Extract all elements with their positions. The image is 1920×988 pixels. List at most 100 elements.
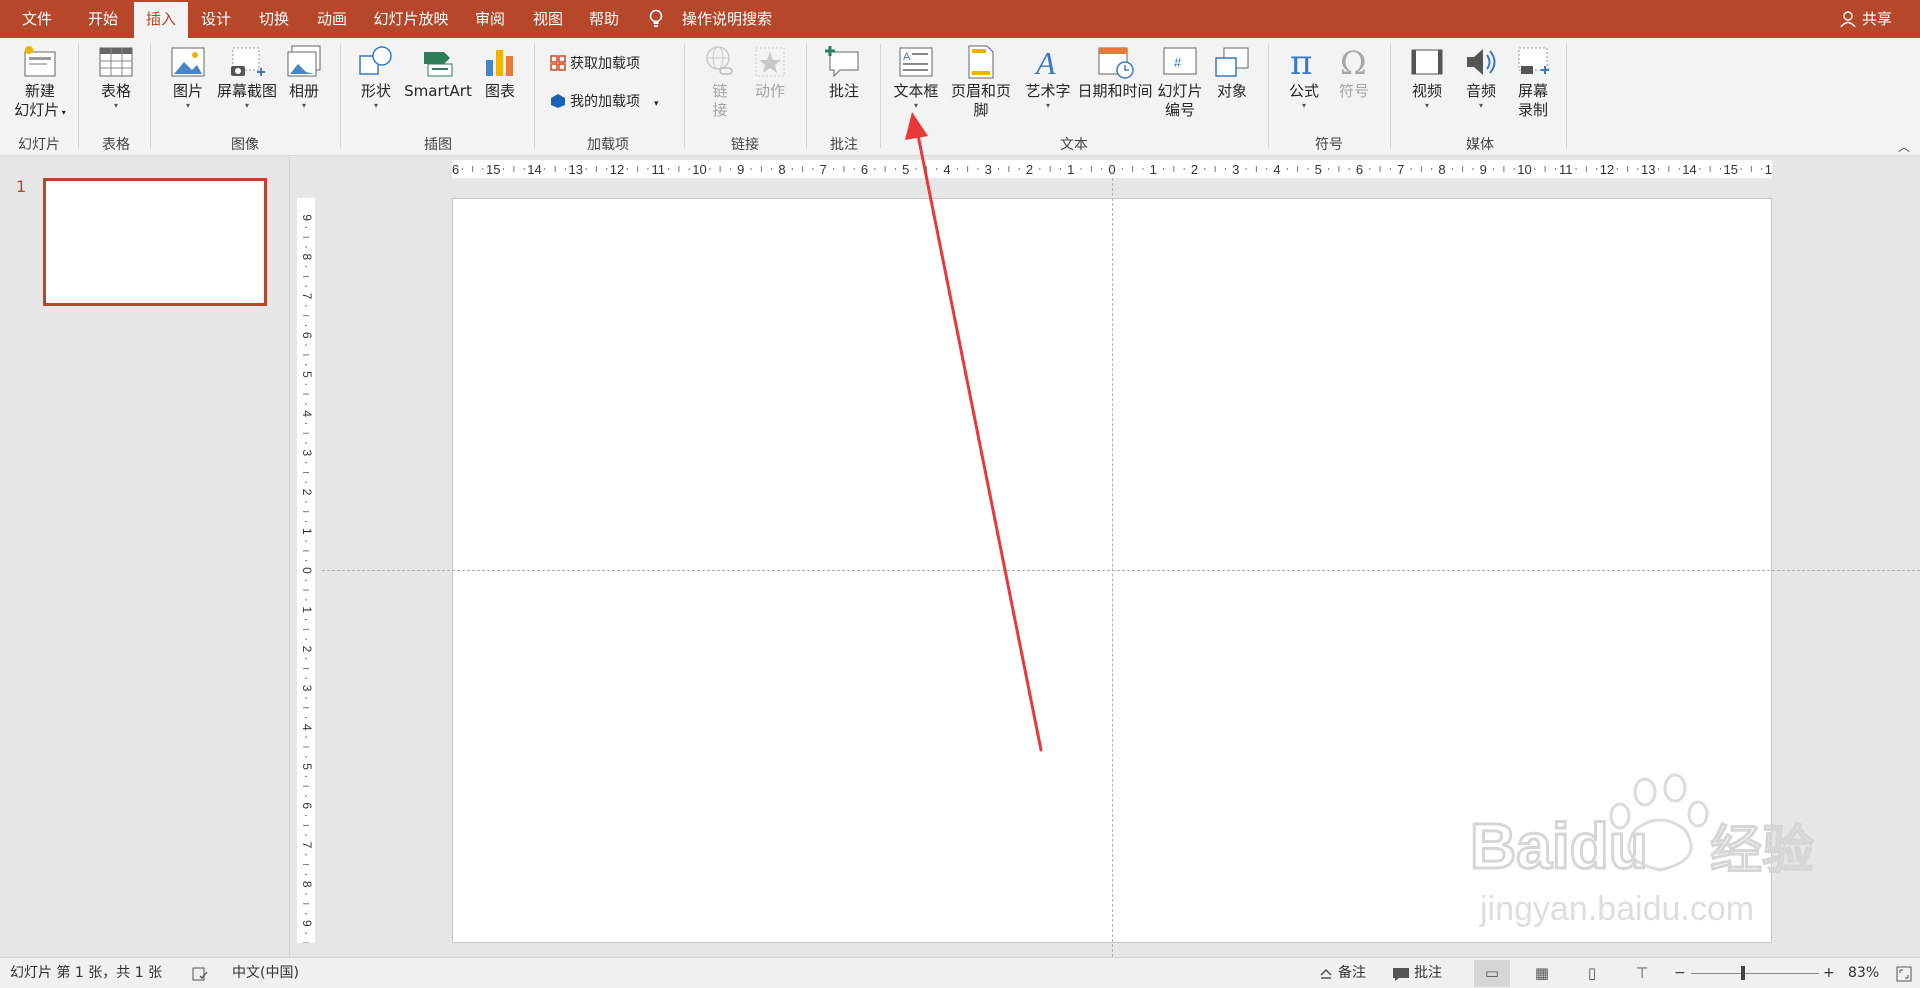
picture-label: 图片: [172, 82, 203, 100]
screenshot-button[interactable]: 屏幕截图 ▾: [214, 44, 280, 111]
tab-view[interactable]: 视图: [520, 0, 576, 38]
table-label: 表格: [100, 82, 131, 100]
ruler-label: 6: [861, 162, 868, 177]
tab-design[interactable]: 设计: [190, 0, 242, 38]
equation-button[interactable]: π 公式 ▾: [1280, 44, 1328, 111]
ruler-label: 8: [300, 881, 314, 888]
tab-animations[interactable]: 动画: [304, 0, 360, 38]
photo-album-label: 相册: [288, 82, 319, 100]
textbox-button[interactable]: A 文本框 ▾: [890, 44, 942, 111]
baidu-watermark: Baidu 经验 jingyan.baidu.com: [1470, 773, 1816, 928]
horizontal-ruler[interactable]: 1615141312111098765432101234567891011121…: [452, 160, 1772, 178]
audio-button[interactable]: 音频 ▾: [1456, 44, 1506, 111]
video-button[interactable]: 视频 ▾: [1402, 44, 1452, 111]
tab-slideshow[interactable]: 幻灯片放映: [364, 0, 458, 38]
screen-recording-button[interactable]: 屏幕 录制: [1508, 44, 1558, 120]
object-icon: [1215, 47, 1249, 77]
normal-view-icon[interactable]: ▭: [1474, 960, 1510, 987]
zoom-level[interactable]: 83%: [1848, 958, 1879, 988]
new-slide-icon: [24, 46, 56, 77]
symbol-button[interactable]: Ω 符号: [1330, 44, 1378, 101]
ruler-label: 0: [1108, 162, 1115, 177]
collapse-ribbon-icon[interactable]: ︿: [1898, 138, 1910, 155]
ruler-label: 7: [300, 842, 314, 849]
fit-to-window-icon[interactable]: [1896, 966, 1912, 982]
accessibility-check-icon[interactable]: [192, 966, 208, 982]
ruler-label: 13: [569, 162, 583, 177]
picture-button[interactable]: 图片 ▾: [160, 44, 216, 111]
tab-file[interactable]: 文件: [0, 0, 74, 38]
table-button[interactable]: 表格 ▾: [88, 44, 144, 111]
svg-text:π: π: [1290, 44, 1312, 80]
ruler-label: 4: [300, 724, 314, 731]
svg-text:#: #: [1174, 55, 1182, 70]
thumbnail-number: 1: [16, 177, 27, 196]
date-time-label: 日期和时间: [1077, 82, 1153, 100]
language-status[interactable]: 中文(中国): [232, 958, 299, 988]
slide-number-icon: #: [1163, 47, 1197, 75]
slideshow-view-icon[interactable]: ⊤: [1624, 960, 1660, 987]
date-time-button[interactable]: 日期和时间: [1074, 44, 1156, 101]
omega-icon: Ω: [1340, 44, 1367, 80]
zoom-slider-track[interactable]: [1691, 973, 1819, 974]
calendar-clock-icon: [1098, 47, 1134, 79]
ruler-label: 8: [300, 253, 314, 260]
horizontal-guide[interactable]: [322, 570, 1920, 571]
get-addins-button[interactable]: 获取加载项: [550, 54, 640, 74]
group-separator: [340, 44, 341, 148]
slide-sorter-icon[interactable]: ▦: [1524, 960, 1560, 987]
new-slide-button[interactable]: 新建 幻灯片 ▾: [8, 44, 72, 122]
equation-label: 公式: [1288, 82, 1319, 100]
ruler-label: 6: [300, 332, 314, 339]
slide-number-label-1: 幻灯片: [1157, 82, 1203, 100]
comment-button[interactable]: 批注: [818, 44, 870, 101]
group-separator: [684, 44, 685, 148]
ruler-label: 14: [527, 162, 541, 177]
group-label-addins: 加载项: [587, 137, 629, 153]
tab-insert[interactable]: 插入: [134, 2, 188, 38]
notes-button[interactable]: 备注: [1338, 958, 1366, 988]
my-addins-button[interactable]: 我的加载项 ▾: [550, 92, 659, 114]
slide-thumbnail-pane: 1: [0, 157, 290, 957]
action-button[interactable]: 动作: [746, 44, 794, 101]
smartart-icon: [424, 52, 453, 77]
object-button[interactable]: 对象: [1206, 44, 1258, 101]
link-button[interactable]: 链 接: [696, 44, 744, 120]
zoom-in-button[interactable]: +: [1823, 958, 1835, 988]
header-footer-button[interactable]: 页眉和页脚: [944, 44, 1018, 120]
vertical-ruler[interactable]: 9 8 7 6 5 4 3 2 1 0 1 2 3 4 5 6 7 8 9: [297, 198, 315, 943]
tab-review[interactable]: 审阅: [462, 0, 518, 38]
tab-home[interactable]: 开始: [74, 0, 132, 38]
comment-label: 批注: [828, 82, 859, 100]
zoom-out-button[interactable]: −: [1674, 958, 1686, 988]
ruler-label: 3: [300, 450, 314, 457]
photo-album-button[interactable]: 相册 ▾: [278, 44, 330, 111]
group-label-symbols: 符号: [1315, 137, 1343, 153]
tab-transitions[interactable]: 切换: [246, 0, 302, 38]
slide-number-button[interactable]: # 幻灯片 编号: [1152, 44, 1208, 120]
ruler-label: 5: [902, 162, 909, 177]
ruler-label: 5: [1315, 162, 1322, 177]
tab-help[interactable]: 帮助: [578, 0, 630, 38]
ruler-label: 1: [1067, 162, 1074, 177]
tell-me-search[interactable]: 操作说明搜索: [682, 0, 772, 38]
screenshot-icon: [231, 47, 265, 76]
person-icon: [1840, 11, 1856, 27]
group-label-text: 文本: [1060, 137, 1088, 153]
zoom-slider-thumb[interactable]: [1741, 966, 1745, 980]
chart-button[interactable]: 图表: [476, 44, 524, 101]
get-addins-label: 获取加载项: [570, 56, 640, 72]
smartart-button[interactable]: SmartArt: [402, 44, 474, 101]
vertical-guide[interactable]: [1112, 178, 1113, 957]
link-label-1: 链: [712, 82, 728, 100]
share-button[interactable]: 共享: [1862, 0, 1892, 38]
reading-view-icon[interactable]: ▯: [1574, 960, 1610, 987]
group-label-tables: 表格: [102, 137, 130, 153]
slide-thumbnail[interactable]: [43, 178, 267, 306]
comments-status-button[interactable]: 批注: [1414, 958, 1442, 988]
wordart-button[interactable]: A 艺术字 ▾: [1020, 44, 1076, 111]
ruler-label: 2: [1191, 162, 1198, 177]
powerpoint-window: 文件 开始 插入 设计 切换 动画 幻灯片放映 审阅 视图 帮助 操作说明搜索 …: [0, 0, 1920, 988]
comments-status-icon: [1393, 968, 1409, 981]
shapes-button[interactable]: 形状 ▾: [352, 44, 400, 111]
